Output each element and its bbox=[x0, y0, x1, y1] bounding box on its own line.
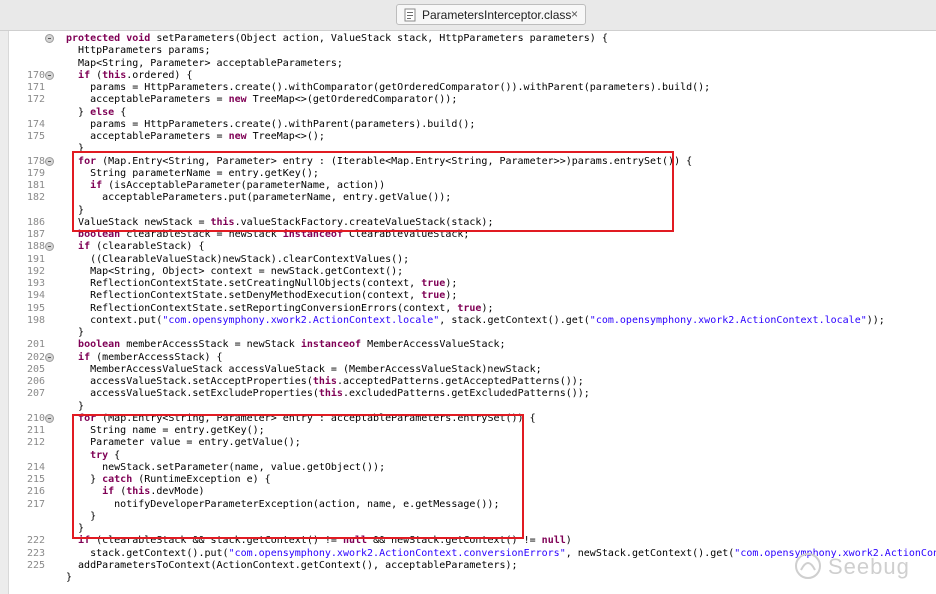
code-line: } else { bbox=[0, 107, 936, 119]
line-number: 188 bbox=[26, 241, 45, 253]
code-line: 172 acceptableParameters = new TreeMap<>… bbox=[0, 94, 936, 106]
code-text: } else { bbox=[66, 106, 127, 118]
code-text: ((ClearableValueStack)newStack).clearCon… bbox=[66, 253, 410, 265]
code-line: } bbox=[0, 327, 936, 339]
code-line: 195 ReflectionContextState.setReportingC… bbox=[0, 303, 936, 315]
code-editor[interactable]: protected void setParameters(Object acti… bbox=[0, 31, 936, 594]
code-line: } bbox=[0, 401, 936, 413]
code-text: ReflectionContextState.setReportingConve… bbox=[66, 302, 494, 314]
code-text: ReflectionContextState.setDenyMethodExec… bbox=[66, 290, 458, 302]
line-number: 192 bbox=[26, 265, 45, 277]
line-number: 215 bbox=[26, 474, 45, 485]
line-number: 193 bbox=[26, 278, 45, 289]
code-line: 192 Map<String, Object> context = newSta… bbox=[0, 266, 936, 278]
code-line: protected void setParameters(Object acti… bbox=[0, 33, 936, 45]
code-line: 205 MemberAccessValueStack accessValueSt… bbox=[0, 364, 936, 376]
tab-parameters-interceptor[interactable]: ParametersInterceptor.class × bbox=[396, 4, 586, 25]
code-line: 171 params = HttpParameters.create().wit… bbox=[0, 82, 936, 94]
code-line: 198 context.put("com.opensymphony.xwork2… bbox=[0, 315, 936, 327]
line-number: 178 bbox=[26, 155, 45, 167]
code-line: 201 boolean memberAccessStack = newStack… bbox=[0, 339, 936, 351]
line-number: 202 bbox=[26, 351, 45, 363]
code-line: 174 params = HttpParameters.create().wit… bbox=[0, 119, 936, 131]
code-line: 188 if (clearableStack) { bbox=[0, 241, 936, 253]
code-line: 206 accessValueStack.setAcceptProperties… bbox=[0, 376, 936, 388]
code-line: 170 if (this.ordered) { bbox=[0, 70, 936, 82]
line-number: 186 bbox=[26, 216, 45, 228]
code-text: acceptableParameters = new TreeMap<>(get… bbox=[66, 94, 458, 106]
seebug-logo-icon bbox=[795, 553, 821, 579]
line-number: 210 bbox=[26, 412, 45, 424]
fold-toggle-icon[interactable] bbox=[45, 413, 54, 423]
line-number: 205 bbox=[26, 363, 45, 375]
line-number: 172 bbox=[26, 94, 45, 106]
code-text: context.put("com.opensymphony.xwork2.Act… bbox=[66, 314, 885, 326]
code-text: protected void setParameters(Object acti… bbox=[66, 33, 608, 44]
line-number: 201 bbox=[26, 339, 45, 351]
fold-toggle-icon[interactable] bbox=[45, 70, 54, 80]
code-line: HttpParameters params; bbox=[0, 45, 936, 57]
line-number: 216 bbox=[26, 486, 45, 498]
code-text: HttpParameters params; bbox=[66, 45, 211, 57]
fold-toggle-icon[interactable] bbox=[45, 242, 54, 252]
line-number: 214 bbox=[26, 461, 45, 473]
line-number: 223 bbox=[26, 547, 45, 559]
code-text: boolean memberAccessStack = newStack ins… bbox=[78, 339, 506, 351]
code-text: params = HttpParameters.create().withPar… bbox=[66, 118, 476, 130]
code-text: } bbox=[66, 400, 85, 412]
line-number: 222 bbox=[26, 535, 45, 547]
line-number: 198 bbox=[26, 314, 45, 326]
fold-toggle-icon[interactable] bbox=[45, 156, 54, 166]
code-text: Map<String, Parameter> acceptableParamet… bbox=[66, 57, 343, 69]
code-text: accessValueStack.setAcceptProperties(thi… bbox=[66, 376, 584, 387]
editor-tab-bar: ParametersInterceptor.class × bbox=[0, 0, 936, 31]
line-number: 170 bbox=[26, 69, 45, 81]
code-line: 194 ReflectionContextState.setDenyMethod… bbox=[0, 290, 936, 302]
watermark-text: Seebug bbox=[828, 554, 910, 579]
code-text: } bbox=[66, 327, 85, 338]
code-text: Map<String, Object> context = newStack.g… bbox=[66, 265, 404, 277]
tab-label: ParametersInterceptor.class bbox=[422, 8, 572, 22]
line-number: 191 bbox=[26, 253, 45, 265]
code-text: acceptableParameters = new TreeMap<>(); bbox=[66, 131, 325, 142]
line-number: 206 bbox=[26, 376, 45, 387]
highlight-box-second-loop bbox=[72, 414, 524, 539]
code-text: accessValueStack.setExcludeProperties(th… bbox=[66, 388, 590, 400]
fold-toggle-icon[interactable] bbox=[45, 34, 54, 43]
line-number: 194 bbox=[26, 290, 45, 302]
code-text: params = HttpParameters.create().withCom… bbox=[66, 82, 711, 93]
line-number: 211 bbox=[26, 425, 45, 436]
line-number: 187 bbox=[26, 229, 45, 240]
code-line: 202 if (memberAccessStack) { bbox=[0, 352, 936, 364]
class-file-icon bbox=[404, 8, 416, 22]
code-line: Map<String, Parameter> acceptableParamet… bbox=[0, 58, 936, 70]
code-text: if (this.ordered) { bbox=[78, 69, 193, 81]
highlight-box-first-loop bbox=[72, 151, 674, 232]
code-text: addParametersToContext(ActionContext.get… bbox=[66, 559, 518, 571]
line-number: 207 bbox=[26, 388, 45, 400]
close-icon[interactable]: × bbox=[571, 7, 578, 21]
line-number: 179 bbox=[26, 167, 45, 179]
line-number: 195 bbox=[26, 302, 45, 314]
code-line: 175 acceptableParameters = new TreeMap<>… bbox=[0, 131, 936, 143]
line-number: 175 bbox=[26, 131, 45, 142]
line-number: 225 bbox=[26, 559, 45, 571]
line-number: 212 bbox=[26, 437, 45, 449]
code-text: if (clearableStack) { bbox=[78, 241, 205, 253]
line-number: 217 bbox=[26, 498, 45, 510]
seebug-watermark: Seebug bbox=[790, 548, 910, 584]
code-text: } bbox=[66, 572, 73, 583]
code-text: if (memberAccessStack) { bbox=[78, 351, 223, 363]
code-text: ReflectionContextState.setCreatingNullOb… bbox=[66, 278, 458, 289]
fold-toggle-icon[interactable] bbox=[45, 352, 54, 362]
line-number: 171 bbox=[26, 82, 45, 93]
line-number: 174 bbox=[26, 118, 45, 130]
line-number: 182 bbox=[26, 192, 45, 204]
code-line: 191 ((ClearableValueStack)newStack).clea… bbox=[0, 254, 936, 266]
line-number: 181 bbox=[26, 180, 45, 191]
code-line: 193 ReflectionContextState.setCreatingNu… bbox=[0, 278, 936, 290]
code-line: 207 accessValueStack.setExcludePropertie… bbox=[0, 388, 936, 400]
code-text: MemberAccessValueStack accessValueStack … bbox=[66, 363, 542, 375]
